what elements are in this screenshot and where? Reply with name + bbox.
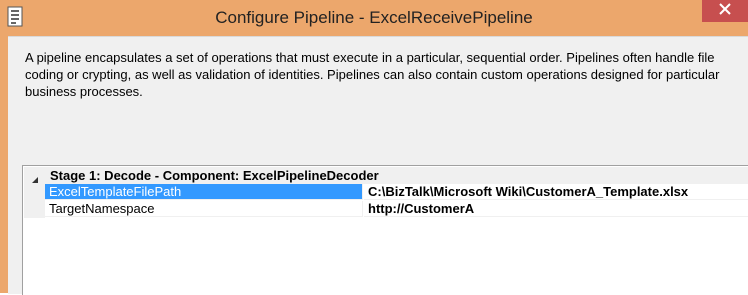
property-name[interactable]: TargetNamespace [45, 201, 363, 217]
category-row-stage1-decode[interactable]: Stage 1: Decode - Component: ExcelPipeli… [24, 167, 748, 184]
dialog-client-area: A pipeline encapsulates a set of operati… [8, 36, 748, 295]
property-row-target-namespace[interactable]: TargetNamespace http://CustomerA [45, 201, 748, 218]
close-button[interactable] [702, 0, 748, 22]
collapse-triangle-icon[interactable] [31, 171, 39, 183]
close-icon [719, 2, 731, 20]
property-row-excel-template-file-path[interactable]: ExcelTemplateFilePath C:\BizTalk\Microso… [45, 184, 748, 201]
configure-pipeline-window: Configure Pipeline - ExcelReceivePipelin… [0, 0, 748, 295]
property-value[interactable]: C:\BizTalk\Microsoft Wiki\CustomerA_Temp… [364, 184, 748, 200]
category-label: Stage 1: Decode - Component: ExcelPipeli… [50, 168, 379, 183]
property-name[interactable]: ExcelTemplateFilePath [45, 184, 363, 200]
property-value[interactable]: http://CustomerA [364, 201, 748, 217]
property-grid-margin [24, 184, 45, 218]
property-grid-body: Stage 1: Decode - Component: ExcelPipeli… [24, 167, 748, 295]
window-title: Configure Pipeline - ExcelReceivePipelin… [215, 8, 533, 27]
property-grid: Stage 1: Decode - Component: ExcelPipeli… [22, 165, 748, 295]
title-bar[interactable]: Configure Pipeline - ExcelReceivePipelin… [0, 0, 748, 36]
pipeline-description: A pipeline encapsulates a set of operati… [25, 50, 720, 99]
